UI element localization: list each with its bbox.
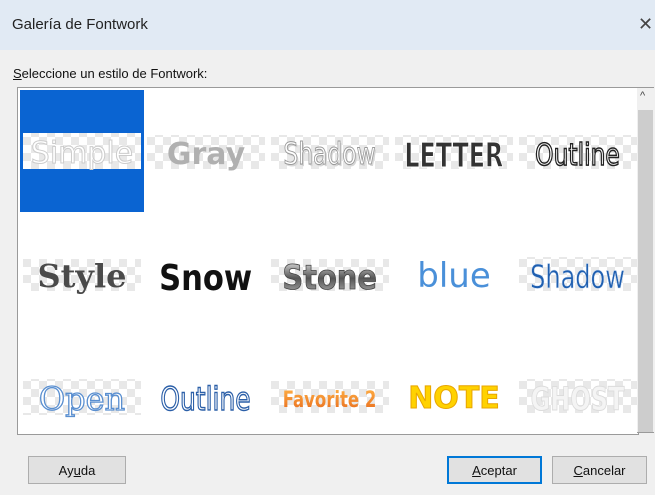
cancel-label-post: ancelar — [582, 462, 626, 478]
ok-mnemonic: A — [472, 462, 481, 478]
help-button[interactable]: Ay u da — [28, 456, 126, 484]
gallery-item-label: LETTER — [404, 136, 503, 175]
scroll-up-icon[interactable]: ^ — [640, 90, 645, 102]
gallery-scrollbar[interactable]: ^ — [637, 87, 654, 433]
gallery-item-ghost[interactable]: GHOST — [516, 334, 638, 434]
prompt-mnemonic: S — [13, 66, 22, 81]
gallery-item-label: Snow — [159, 257, 252, 299]
title-bar: Galería de Fontwork ✕ — [0, 0, 655, 50]
gallery-item-label: GHOST — [531, 381, 625, 418]
cancel-button[interactable]: Cancelar — [552, 456, 647, 484]
gallery-item-gray[interactable]: Gray — [144, 90, 268, 212]
gallery-item-label: Simple — [31, 136, 133, 171]
scrollbar-thumb[interactable] — [638, 110, 653, 432]
gallery-item-label: Outline — [160, 380, 250, 418]
gallery-item-label: Outline — [535, 138, 620, 173]
gallery-item-label: Shadow — [530, 259, 625, 296]
help-mnemonic: u — [73, 462, 81, 478]
help-label-pre: Ay — [58, 462, 74, 478]
help-label-post: da — [80, 462, 96, 478]
gallery-item-shadow-blue[interactable]: Shadow — [516, 212, 638, 334]
close-icon[interactable]: ✕ — [638, 14, 653, 35]
gallery-item-open[interactable]: Open — [20, 334, 144, 434]
gallery-item-label: Stone — [282, 259, 377, 298]
gallery-item-label: Open — [39, 380, 125, 418]
window-title: Galería de Fontwork — [12, 16, 148, 33]
fontwork-gallery[interactable]: Simple Gray Shadow Shadow LETTER Outline… — [17, 87, 639, 435]
gallery-item-blue[interactable]: blue — [392, 212, 516, 334]
gallery-item-label: blue — [417, 256, 491, 296]
gallery-item-favorite-2[interactable]: Favorite 2 — [268, 334, 392, 434]
gallery-item-snow[interactable]: Snow — [144, 212, 268, 334]
gallery-item-label: Favorite 2 — [283, 387, 377, 413]
gallery-item-stone[interactable]: Stone — [268, 212, 392, 334]
gallery-item-shadow[interactable]: Shadow Shadow — [268, 90, 392, 212]
gallery-prompt: Seleccione un estilo de Fontwork: — [13, 66, 207, 81]
gallery-item-outline[interactable]: Outline — [516, 90, 638, 212]
prompt-text: eleccione un estilo de Fontwork: — [21, 66, 208, 81]
gallery-item-label: Style — [38, 257, 127, 295]
gallery-item-label: Shadow — [283, 137, 375, 172]
cancel-mnemonic: C — [573, 462, 583, 478]
gallery-item-outline-blue[interactable]: Outline — [144, 334, 268, 434]
gallery-item-note[interactable]: NOTE — [392, 334, 516, 434]
gallery-item-simple[interactable]: Simple — [20, 90, 144, 212]
gallery-item-letter[interactable]: LETTER — [392, 90, 516, 212]
gallery-item-label: Gray — [167, 137, 246, 172]
ok-label-post: ceptar — [480, 462, 517, 478]
gallery-item-style[interactable]: Style — [20, 212, 144, 334]
gallery-item-label: NOTE — [408, 381, 500, 416]
ok-button[interactable]: Aceptar — [447, 456, 542, 484]
